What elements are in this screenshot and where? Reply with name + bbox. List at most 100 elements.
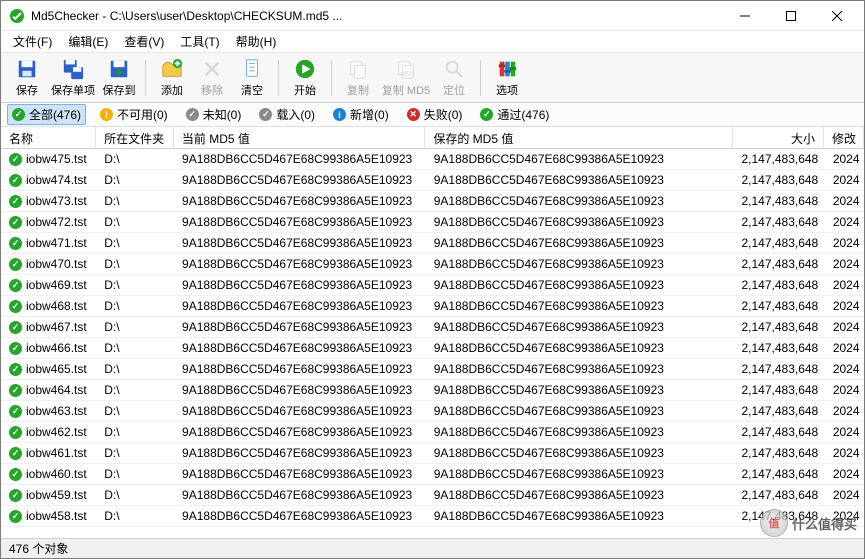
cell-md5-current: 9A188DB6CC5D467E68C99386A5E10923	[174, 509, 426, 523]
file-name: iobw473.tst	[26, 194, 87, 208]
check-icon: ✓	[9, 489, 22, 502]
cell-size: 2,147,483,648	[733, 215, 824, 229]
menu-1[interactable]: 编辑(E)	[60, 31, 116, 52]
menu-4[interactable]: 帮助(H)	[228, 31, 285, 52]
col-mod[interactable]: 修改	[824, 127, 864, 148]
file-name: iobw459.tst	[26, 488, 87, 502]
cell-md5-current: 9A188DB6CC5D467E68C99386A5E10923	[174, 215, 426, 229]
copy-button: 复制	[338, 55, 378, 101]
save-to-button[interactable]: 保存到	[99, 55, 139, 101]
cell-md5-current: 9A188DB6CC5D467E68C99386A5E10923	[174, 173, 426, 187]
table-row[interactable]: ✓iobw464.tstD:\9A188DB6CC5D467E68C99386A…	[1, 380, 864, 401]
table-row[interactable]: ✓iobw461.tstD:\9A188DB6CC5D467E68C99386A…	[1, 443, 864, 464]
filter-na[interactable]: !不可用(0)	[96, 105, 172, 124]
filter-loaded[interactable]: ✓载入(0)	[255, 105, 319, 124]
cell-size: 2,147,483,648	[733, 404, 824, 418]
close-button[interactable]	[814, 2, 860, 30]
cell-name: ✓iobw475.tst	[1, 152, 96, 166]
add-button[interactable]: 添加	[152, 55, 192, 101]
cell-mod: 2024	[825, 446, 864, 460]
cell-md5-saved: 9A188DB6CC5D467E68C99386A5E10923	[426, 341, 734, 355]
cell-size: 2,147,483,648	[733, 341, 824, 355]
clear-button[interactable]: 清空	[232, 55, 272, 101]
cell-md5-saved: 9A188DB6CC5D467E68C99386A5E10923	[426, 152, 734, 166]
save-button[interactable]: 保存	[7, 55, 47, 101]
cell-mod: 2024	[825, 215, 864, 229]
cell-name: ✓iobw474.tst	[1, 173, 96, 187]
maximize-button[interactable]	[768, 2, 814, 30]
col-md5-saved[interactable]: 保存的 MD5 值	[425, 127, 732, 148]
cell-name: ✓iobw473.tst	[1, 194, 96, 208]
col-size[interactable]: 大小	[733, 127, 824, 148]
cell-folder: D:\	[96, 152, 174, 166]
cell-mod: 2024	[825, 236, 864, 250]
cell-md5-current: 9A188DB6CC5D467E68C99386A5E10923	[174, 236, 426, 250]
save-one-button[interactable]: 保存单项	[47, 55, 99, 101]
cell-md5-saved: 9A188DB6CC5D467E68C99386A5E10923	[426, 320, 734, 334]
table-row[interactable]: ✓iobw474.tstD:\9A188DB6CC5D467E68C99386A…	[1, 170, 864, 191]
file-name: iobw475.tst	[26, 152, 87, 166]
cell-mod: 2024	[825, 152, 864, 166]
toolbar: 保存保存单项保存到添加移除清空开始复制MD5复制 MD5定位选项	[1, 53, 864, 103]
cell-folder: D:\	[96, 488, 174, 502]
menubar: 文件(F)编辑(E)查看(V)工具(T)帮助(H)	[1, 31, 864, 53]
table-row[interactable]: ✓iobw471.tstD:\9A188DB6CC5D467E68C99386A…	[1, 233, 864, 254]
menu-3[interactable]: 工具(T)	[172, 31, 227, 52]
file-name: iobw469.tst	[26, 278, 87, 292]
filter-unknown[interactable]: ✓未知(0)	[182, 105, 246, 124]
table-row[interactable]: ✓iobw462.tstD:\9A188DB6CC5D467E68C99386A…	[1, 422, 864, 443]
table-row[interactable]: ✓iobw466.tstD:\9A188DB6CC5D467E68C99386A…	[1, 338, 864, 359]
check-icon: ✓	[9, 405, 22, 418]
save-one-label: 保存单项	[51, 82, 95, 98]
filter-all[interactable]: ✓全部(476)	[7, 104, 86, 125]
cell-md5-saved: 9A188DB6CC5D467E68C99386A5E10923	[426, 383, 734, 397]
check-icon: ✓	[9, 447, 22, 460]
cell-size: 2,147,483,648	[733, 257, 824, 271]
check-icon: ✓	[9, 279, 22, 292]
table-row[interactable]: ✓ iobw459.tst D:\ 9A188DB6CC5D467E68C99386A…	[1, 485, 864, 506]
file-name: iobw471.tst	[26, 236, 87, 250]
menu-2[interactable]: 查看(V)	[116, 31, 172, 52]
statusbar: 476 个对象	[1, 538, 864, 558]
check-icon: ✓	[9, 300, 22, 313]
cell-folder: D:\	[96, 173, 174, 187]
cell-md5-saved: 9A188DB6CC5D467E68C99386A5E10923	[426, 299, 734, 313]
table-row[interactable]: ✓iobw468.tstD:\9A188DB6CC5D467E68C99386A…	[1, 296, 864, 317]
table-row[interactable]: ✓iobw460.tstD:\9A188DB6CC5D467E68C99386A…	[1, 464, 864, 485]
file-name: iobw463.tst	[26, 404, 87, 418]
cell-folder: D:\	[96, 404, 174, 418]
file-name: iobw470.tst	[26, 257, 87, 271]
copy-md5-icon: MD5	[394, 57, 418, 81]
filter-all-icon: ✓	[12, 108, 25, 121]
table-row[interactable]: ✓iobw470.tstD:\9A188DB6CC5D467E68C99386A…	[1, 254, 864, 275]
cell-folder: D:\	[96, 278, 174, 292]
table-row[interactable]: ✓iobw473.tstD:\9A188DB6CC5D467E68C99386A…	[1, 191, 864, 212]
col-folder[interactable]: 所在文件夹	[96, 127, 174, 148]
start-button[interactable]: 开始	[285, 55, 325, 101]
col-name[interactable]: 名称	[1, 127, 96, 148]
table-row[interactable]: ✓iobw465.tstD:\9A188DB6CC5D467E68C99386A…	[1, 359, 864, 380]
table-row[interactable]: ✓iobw475.tstD:\ 9A188DB6CC5D467E68C99386A…	[1, 149, 864, 170]
file-name: iobw468.tst	[26, 299, 87, 313]
cell-mod: 2024	[825, 278, 864, 292]
cell-mod: 2024	[825, 320, 864, 334]
table-row[interactable]: ✓iobw463.tstD:\9A188DB6CC5D467E68C99386A…	[1, 401, 864, 422]
table-row[interactable]: ✓iobw458.tstD:\9A188DB6CC5D467E68C99386A…	[1, 506, 864, 527]
list-body[interactable]: ✓iobw475.tstD:\9A188DB6CC5D467E68C99386A…	[1, 149, 864, 538]
table-row[interactable]: ✓iobw472.tstD:\9A188DB6CC5D467E68C99386A…	[1, 212, 864, 233]
menu-0[interactable]: 文件(F)	[5, 31, 60, 52]
table-row[interactable]: ✓iobw467.tstD:\9A188DB6CC5D467E68C99386A…	[1, 317, 864, 338]
cell-mod: 2024	[825, 362, 864, 376]
table-row[interactable]: ✓iobw469.tstD:\9A188DB6CC5D467E68C99386A…	[1, 275, 864, 296]
cell-md5-saved: 9A188DB6CC5D467E68C99386A5E10923	[426, 488, 734, 502]
filter-passed[interactable]: ✓通过(476)	[476, 105, 553, 124]
filter-new[interactable]: i新增(0)	[329, 105, 393, 124]
cell-name: ✓iobw466.tst	[1, 341, 96, 355]
col-md5-current[interactable]: 当前 MD5 值	[174, 127, 425, 148]
minimize-button[interactable]	[722, 2, 768, 30]
save-to-label: 保存到	[103, 82, 136, 98]
filter-failed[interactable]: ✕失败(0)	[403, 105, 467, 124]
cell-name: ✓ iobw463.tst	[1, 404, 96, 418]
cell-size: 2,147,483,648	[733, 278, 824, 292]
options-button[interactable]: 选项	[487, 55, 527, 101]
